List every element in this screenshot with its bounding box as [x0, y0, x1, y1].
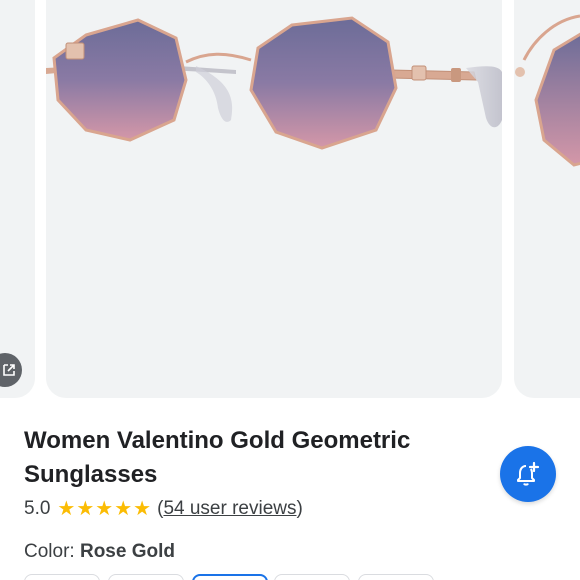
rating-row: 5.0 ★ ★ ★ ★ ★ (54 user reviews): [24, 496, 303, 522]
open-in-new-icon: [3, 364, 15, 376]
reviews-close-paren: ): [296, 498, 303, 519]
sunglasses-image-next: [515, 14, 580, 167]
color-swatch[interactable]: [358, 574, 434, 580]
star-icon: ★: [114, 498, 133, 520]
color-value: Rose Gold: [79, 541, 175, 562]
color-swatch[interactable]: [274, 574, 350, 580]
carousel-card-next[interactable]: [514, 0, 580, 398]
sunglasses-image: [46, 16, 502, 150]
color-swatch-selected[interactable]: [192, 574, 268, 580]
product-title: Women Valentino Gold Geometric Sunglasse…: [24, 427, 411, 488]
color-swatch[interactable]: [108, 574, 184, 580]
star-icon: ★: [95, 498, 114, 520]
star-icon: ★: [57, 498, 76, 520]
color-swatch[interactable]: [24, 574, 100, 580]
carousel-card-previous[interactable]: [0, 0, 35, 398]
rating-value: 5.0: [24, 498, 51, 519]
star-icon: ★: [133, 498, 152, 520]
price-alert-button[interactable]: [500, 446, 556, 502]
reviews-link[interactable]: (54 user reviews): [157, 498, 303, 520]
carousel-card-main[interactable]: [46, 0, 502, 398]
color-label: Color:: [24, 541, 75, 562]
star-rating: ★ ★ ★ ★ ★: [57, 499, 151, 519]
color-row: Color: Rose Gold: [24, 541, 175, 563]
add-alert-bell-icon: [517, 461, 540, 486]
reviews-link-text[interactable]: 54 user reviews: [163, 498, 296, 519]
star-icon: ★: [76, 498, 95, 520]
image-carousel[interactable]: [0, 0, 580, 400]
